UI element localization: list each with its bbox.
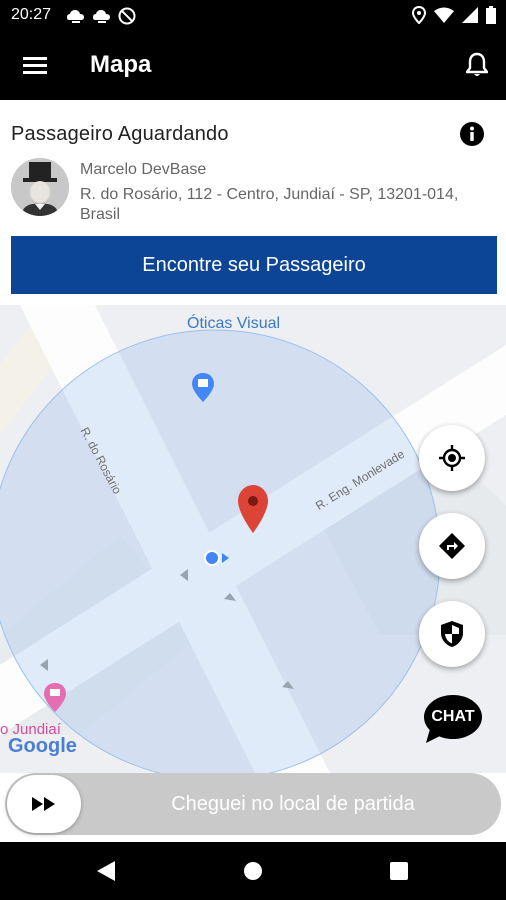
directions-button[interactable]: [419, 513, 485, 579]
status-time: 20:27: [11, 6, 52, 23]
chat-label: CHAT: [431, 708, 475, 725]
menu-button[interactable]: [18, 50, 52, 80]
arrival-slider[interactable]: Cheguei no local de partida: [5, 773, 501, 835]
recents-icon[interactable]: [388, 860, 410, 882]
avatar-image: [11, 158, 69, 216]
my-location-button[interactable]: [419, 425, 485, 491]
card-heading: Passageiro Aguardando: [11, 123, 229, 145]
google-logo: Google: [8, 735, 77, 757]
info-button[interactable]: [459, 121, 485, 147]
map-view[interactable]: Óticas Visual R. do Rosário R. Eng. Monl…: [0, 305, 506, 773]
wifi-icon: [434, 7, 454, 23]
notifications-button[interactable]: [460, 48, 494, 82]
passenger-name: Marcelo DevBase: [80, 161, 207, 178]
battery-icon: [486, 6, 496, 24]
menu-icon: [23, 57, 47, 74]
avatar: [11, 158, 69, 216]
directions-icon: [439, 533, 465, 559]
home-icon[interactable]: [242, 860, 264, 882]
system-status-icons: [412, 6, 496, 24]
info-icon: [460, 122, 484, 146]
security-button[interactable]: [419, 601, 485, 667]
system-nav-bar: [0, 842, 506, 900]
fast-forward-icon: [32, 797, 55, 811]
back-icon[interactable]: [95, 860, 117, 882]
location-icon: [412, 6, 426, 24]
signal-icon: [462, 7, 478, 23]
poi-label-top: Óticas Visual: [187, 315, 281, 332]
passenger-address: R. do Rosário, 112 - Centro, Jundiaí - S…: [80, 186, 459, 223]
slider-handle[interactable]: [7, 775, 81, 833]
bottom-panel: Cheguei no local de partida: [0, 773, 506, 842]
cloud-notification-icon: [93, 10, 110, 23]
my-location-icon: [439, 445, 465, 471]
find-passenger-button[interactable]: Encontre seu Passageiro: [11, 236, 497, 294]
chat-button[interactable]: CHAT: [422, 693, 484, 745]
blocked-icon: [118, 7, 136, 25]
bell-icon: [466, 52, 488, 76]
cloud-notification-icon: [67, 10, 84, 23]
notification-icons: [66, 7, 136, 25]
shield-icon: [441, 621, 463, 647]
app-bar: Mapa: [0, 30, 506, 100]
status-bar: 20:27: [0, 0, 506, 30]
page-title: Mapa: [90, 51, 152, 78]
